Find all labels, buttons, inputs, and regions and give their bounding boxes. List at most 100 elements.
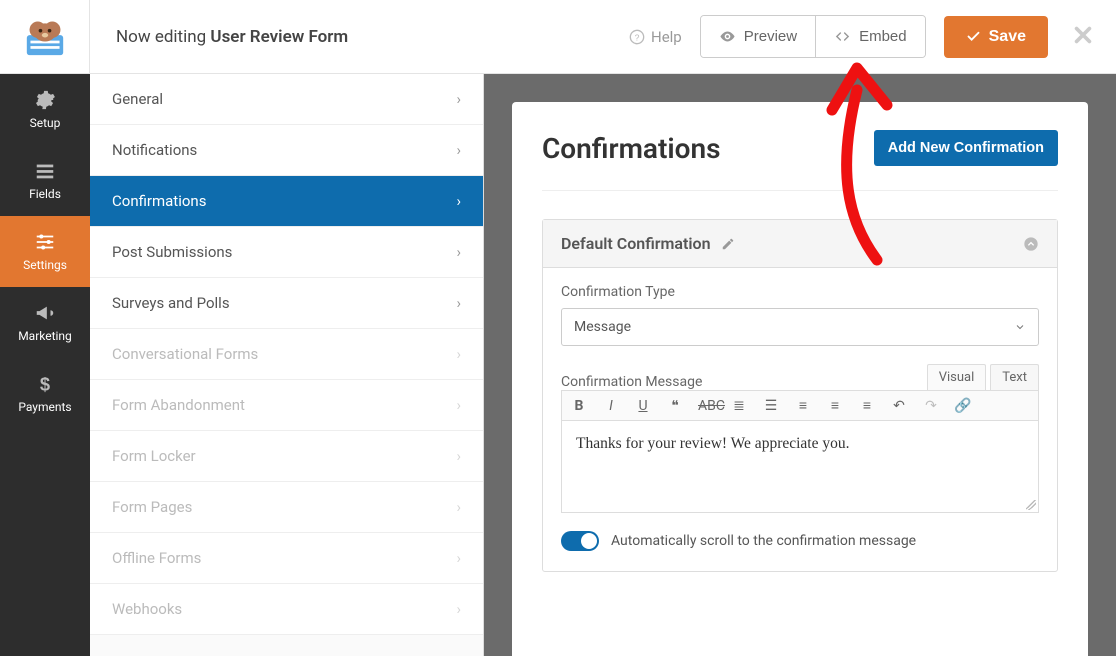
auto-scroll-toggle[interactable] (561, 531, 599, 551)
chevron-up-circle-icon[interactable] (1023, 236, 1039, 252)
card-body: Confirmation Type Message Confirmation M… (543, 268, 1057, 571)
conf-type-value: Message (574, 319, 631, 335)
conf-type-select[interactable]: Message (561, 308, 1039, 346)
underline-icon[interactable]: U (634, 398, 652, 414)
conf-msg-label: Confirmation Message (561, 374, 702, 390)
embed-button[interactable]: Embed (816, 16, 925, 57)
chevron-right-icon: › (456, 192, 461, 210)
chevron-right-icon: › (456, 498, 461, 516)
submenu-item-webhooks: Webhooks› (90, 584, 483, 635)
align-center-icon[interactable]: ≡ (826, 397, 844, 414)
submenu-item-label: Post Submissions (112, 243, 232, 261)
add-new-confirmation-button[interactable]: Add New Confirmation (874, 130, 1058, 166)
chevron-right-icon: › (456, 90, 461, 108)
italic-icon[interactable]: I (602, 398, 620, 414)
content-canvas: Confirmations Add New Confirmation Defau… (484, 74, 1116, 656)
redo-icon[interactable]: ↷ (922, 398, 940, 414)
help-label: Help (651, 28, 682, 46)
submenu-item-label: Offline Forms (112, 549, 201, 567)
save-label: Save (989, 28, 1026, 46)
conf-msg-label-row: Confirmation Message Visual Text (561, 364, 1039, 390)
preview-embed-group: Preview Embed (700, 15, 926, 58)
ul-icon[interactable]: ≣ (730, 398, 748, 414)
submenu-item-confirmations[interactable]: Confirmations › (90, 176, 483, 227)
confirmation-card: Default Confirmation Confirmation Type M… (542, 219, 1058, 572)
app-logo (0, 0, 90, 74)
link-icon[interactable]: 🔗 (954, 398, 972, 414)
submenu-item-label: Form Pages (112, 498, 192, 516)
card-header[interactable]: Default Confirmation (543, 220, 1057, 268)
rail-item-setup[interactable]: Setup (0, 74, 90, 145)
editing-prefix: Now editing (116, 27, 210, 47)
app-header: Now editing User Review Form ? Help Prev… (0, 0, 1116, 74)
rail-label-setup: Setup (30, 116, 61, 130)
pencil-icon[interactable] (721, 237, 735, 251)
editor-tab-text[interactable]: Text (990, 364, 1039, 390)
chevron-right-icon: › (456, 549, 461, 567)
auto-scroll-label: Automatically scroll to the confirmation… (611, 533, 916, 549)
submenu-item-conversational-forms: Conversational Forms › (90, 329, 483, 380)
settings-submenu: General›Notifications›Confirmations›Post… (90, 74, 484, 656)
help-icon: ? (629, 29, 645, 45)
submenu-item-label: Confirmations (112, 192, 206, 210)
close-icon (1072, 24, 1094, 46)
panel-head: Confirmations Add New Confirmation (542, 130, 1058, 191)
form-name: User Review Form (210, 27, 348, 47)
chevron-right-icon: › (456, 243, 461, 261)
submenu-item-label: Form Abandonment (112, 396, 245, 414)
rail-item-payments[interactable]: $ Payments (0, 358, 90, 429)
editor-body[interactable]: Thanks for your review! We appreciate yo… (561, 421, 1039, 513)
left-rail: Setup Fields Settings Marketing $ Paymen… (0, 74, 90, 656)
auto-scroll-row: Automatically scroll to the confirmation… (561, 531, 1039, 551)
submenu-item-surveys-and-polls[interactable]: Surveys and Polls › (90, 278, 483, 329)
align-right-icon[interactable]: ≡ (858, 397, 876, 414)
bold-icon[interactable]: B (570, 398, 588, 414)
quote-icon[interactable]: ❝ (666, 398, 684, 414)
chevron-right-icon: › (456, 447, 461, 465)
card-title-row: Default Confirmation (561, 234, 735, 253)
panel-title: Confirmations (542, 132, 721, 165)
chevron-down-icon (1014, 321, 1026, 333)
submenu-item-label: Form Locker (112, 447, 196, 465)
sliders-icon (34, 231, 56, 253)
resize-handle[interactable] (1026, 500, 1036, 510)
submenu-item-post-submissions[interactable]: Post Submissions › (90, 227, 483, 278)
undo-icon[interactable]: ↶ (890, 398, 908, 414)
submenu-item-form-locker: Form Locker › (90, 431, 483, 482)
submenu-item-label: Notifications (112, 141, 197, 159)
submenu-item-label: Conversational Forms (112, 345, 258, 363)
editor-toolbar: B I U ❝ ABC ≣ ☰ ≡ ≡ ≡ ↶ ↷ 🔗 (561, 390, 1039, 421)
confirmations-panel: Confirmations Add New Confirmation Defau… (512, 102, 1088, 656)
align-left-icon[interactable]: ≡ (794, 397, 812, 414)
bullhorn-icon (34, 302, 56, 324)
svg-text:?: ? (635, 32, 640, 42)
submenu-item-label: General (112, 90, 163, 108)
rail-item-fields[interactable]: Fields (0, 145, 90, 216)
close-button[interactable] (1072, 24, 1094, 50)
chevron-right-icon: › (456, 345, 461, 363)
editor-tab-visual[interactable]: Visual (927, 364, 987, 390)
check-icon (966, 29, 981, 44)
conf-type-label: Confirmation Type (561, 284, 1039, 300)
rail-label-marketing: Marketing (18, 329, 72, 343)
submenu-item-general[interactable]: General › (90, 74, 483, 125)
preview-button[interactable]: Preview (701, 16, 816, 57)
main-layout: Setup Fields Settings Marketing $ Paymen… (0, 74, 1116, 656)
card-title: Default Confirmation (561, 234, 711, 253)
rail-label-fields: Fields (29, 187, 61, 201)
ol-icon[interactable]: ☰ (762, 398, 780, 414)
strikethrough-icon[interactable]: ABC (698, 398, 716, 414)
submenu-item-label: Surveys and Polls (112, 294, 230, 312)
dollar-icon: $ (34, 373, 56, 395)
rail-item-settings[interactable]: Settings (0, 216, 90, 287)
gear-icon (34, 89, 56, 111)
rail-item-marketing[interactable]: Marketing (0, 287, 90, 358)
editing-label: Now editing User Review Form (90, 27, 348, 47)
save-button[interactable]: Save (944, 16, 1048, 58)
chevron-right-icon: › (456, 294, 461, 312)
list-icon (34, 160, 56, 182)
submenu-item-notifications[interactable]: Notifications› (90, 125, 483, 176)
rail-label-settings: Settings (23, 258, 67, 272)
svg-text:$: $ (40, 373, 50, 394)
help-link[interactable]: ? Help (629, 28, 682, 46)
